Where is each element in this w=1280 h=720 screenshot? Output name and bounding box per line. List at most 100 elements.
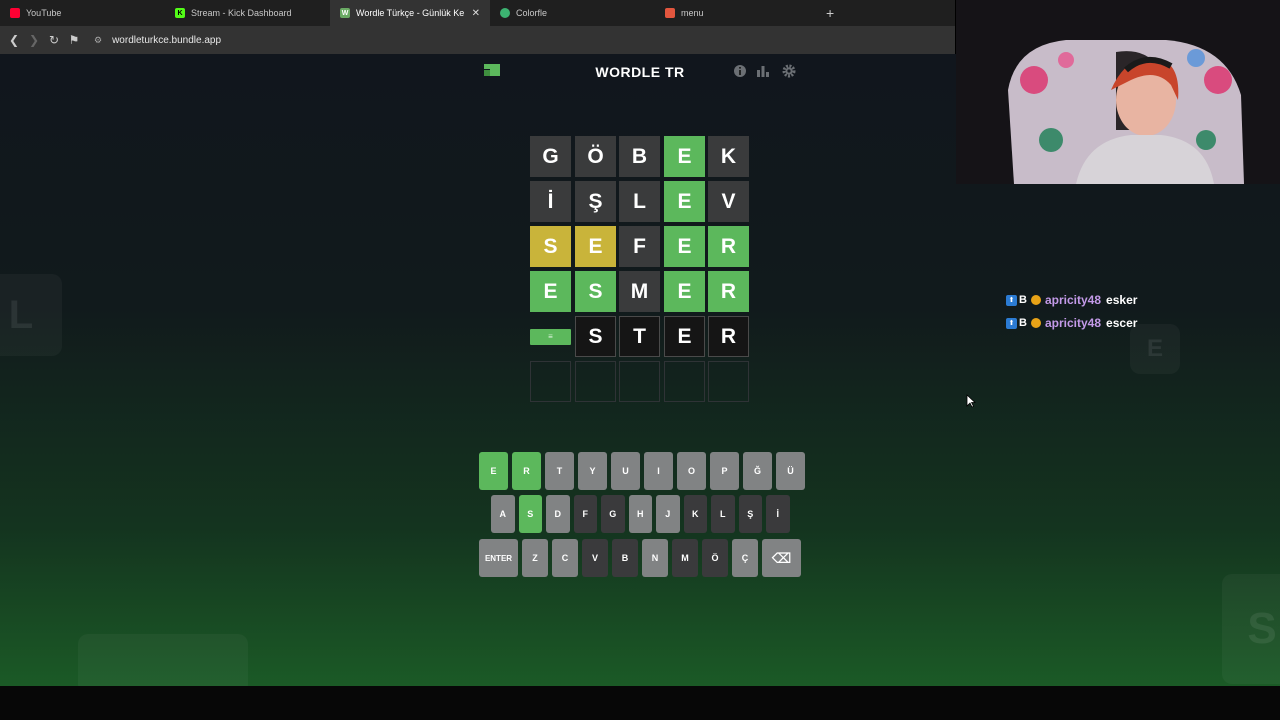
board-tile [619,361,660,402]
close-tab-icon[interactable]: ✕ [472,8,480,19]
tab-bar: YouTube K Stream - Kick Dashboard W Word… [0,0,955,26]
wordle-icon: W [340,8,350,18]
key-y[interactable]: Y [578,452,607,490]
reload-icon[interactable]: ↻ [44,33,64,47]
key-ö[interactable]: Ö [702,539,728,577]
key-g[interactable]: G [601,495,625,533]
hint-badge: ≡ [530,316,571,357]
key-d[interactable]: D [546,495,570,533]
webcam-overlay [956,0,1280,184]
board-tile: R [708,271,749,312]
chat-username[interactable]: apricity48 [1045,293,1101,307]
board-tile: M [619,271,660,312]
tab-youtube[interactable]: YouTube [0,0,165,26]
bold-b-badge-icon: B [1019,316,1027,329]
taskbar [0,686,1280,720]
key-r[interactable]: R [512,452,541,490]
bold-b-badge-icon: B [1019,293,1027,306]
kick-icon: K [175,8,185,18]
logo-icon[interactable] [484,64,500,76]
page-title: WORDLE TR [595,64,685,80]
board-tile: Ş [575,181,616,222]
board-tile: S [530,226,571,267]
bookmark-icon[interactable]: ⚑ [64,33,84,47]
key-j[interactable]: J [656,495,680,533]
colorfle-icon [500,8,510,18]
key-m[interactable]: M [672,539,698,577]
board-tile: E [664,136,705,177]
key-b[interactable]: B [612,539,638,577]
key-p[interactable]: P [710,452,739,490]
key-ç[interactable]: Ç [732,539,758,577]
key-z[interactable]: Z [522,539,548,577]
chat-text: esker [1106,293,1138,307]
tab-label: Wordle Türkçe - Günlük Kelime ( [356,8,464,18]
tab-label: Stream - Kick Dashboard [191,8,292,18]
tab-colorfle[interactable]: Colorfle [490,0,655,26]
gold-coin-badge-icon [1031,295,1041,305]
key-l[interactable]: L [711,495,735,533]
key-c[interactable]: C [552,539,578,577]
menu-favicon-icon [665,8,675,18]
back-icon[interactable]: ❮ [4,33,24,47]
ghost-tile: E [1130,324,1180,374]
tab-wordle[interactable]: W Wordle Türkçe - Günlük Kelime ( ✕ [330,0,490,26]
info-icon[interactable] [733,64,747,78]
board-tile: L [619,181,660,222]
youtube-icon [10,8,20,18]
key-n[interactable]: N [642,539,668,577]
chat-text: escer [1106,316,1138,330]
forward-icon[interactable]: ❯ [24,33,44,47]
enter-key[interactable]: ENTER [479,539,518,577]
key-i[interactable]: I [644,452,673,490]
settings-gear-icon[interactable] [782,64,796,78]
board-tile: E [664,226,705,267]
verified-badge-icon: ⬆ [1006,294,1017,306]
mouse-cursor-icon [966,394,976,408]
hint-badge-icon: ≡ [530,328,571,345]
chat-message: ⬆ B apricity48 escer [1006,315,1206,331]
site-info-icon[interactable]: ⚙ [94,35,102,46]
chat-username[interactable]: apricity48 [1045,316,1101,330]
url-field[interactable]: wordleturkce.bundle.app [112,35,221,46]
stats-icon[interactable] [756,64,770,78]
key-t[interactable]: T [545,452,574,490]
gold-coin-badge-icon [1031,318,1041,328]
board-tile: V [708,181,749,222]
key-h[interactable]: H [628,495,652,533]
key-i̇[interactable]: İ [766,495,790,533]
board-tile: S [575,316,616,357]
board-tile [530,361,571,402]
board-tile [575,361,616,402]
backspace-key-icon[interactable]: ⌫ [762,539,801,577]
board-tile: İ [530,181,571,222]
tab-label: menu [681,8,704,18]
board-tile: R [708,226,749,267]
key-e[interactable]: E [479,452,508,490]
key-ş[interactable]: Ş [738,495,762,533]
board-tile: B [619,136,660,177]
streamer-webcam-image [956,0,1280,184]
key-k[interactable]: K [683,495,707,533]
key-v[interactable]: V [582,539,608,577]
board-tile: K [708,136,749,177]
tab-kick-dashboard[interactable]: K Stream - Kick Dashboard [165,0,330,26]
key-u[interactable]: U [611,452,640,490]
verified-badge-icon: ⬆ [1006,317,1017,329]
board-tile [708,361,749,402]
key-ğ[interactable]: Ğ [743,452,772,490]
chat-message: ⬆ B apricity48 esker [1006,292,1206,308]
board-tile: E [664,271,705,312]
ghost-tile [78,634,248,686]
board-tile: E [664,181,705,222]
key-s[interactable]: S [518,495,542,533]
ghost-tile: L [0,274,62,356]
tab-menu[interactable]: menu [655,0,820,26]
board-tile: R [708,316,749,357]
key-o[interactable]: O [677,452,706,490]
key-a[interactable]: A [491,495,515,533]
board-tile: E [575,226,616,267]
key-f[interactable]: F [573,495,597,533]
key-ü[interactable]: Ü [776,452,805,490]
new-tab-icon[interactable]: + [826,5,834,21]
